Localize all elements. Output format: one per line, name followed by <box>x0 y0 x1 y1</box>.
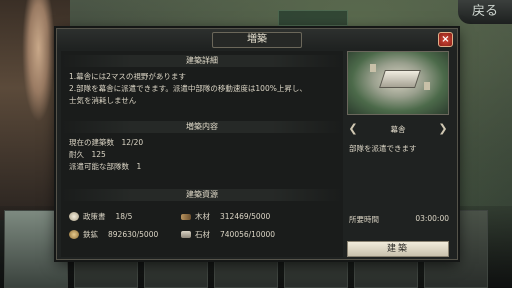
resource-name: 政策書 <box>83 212 106 221</box>
chevron-right-icon[interactable]: ❯ <box>437 122 449 136</box>
dialog-title: 増築 <box>212 32 302 48</box>
section-title-details: 建築詳細 <box>61 55 343 67</box>
detail-line: 1.幕舎には2マスの視野があります <box>69 72 186 81</box>
build-time-label: 所要時間 <box>349 215 379 224</box>
build-time-row: 所要時間 03:00:00 <box>349 214 449 225</box>
resource-name: 鉄鉱 <box>83 230 98 239</box>
content-line-durability: 耐久 125 <box>69 150 106 159</box>
resource-policy-book: 政策書 18/5 <box>69 211 132 222</box>
resource-name: 石材 <box>195 230 210 239</box>
build-button[interactable]: 建築 <box>347 241 449 257</box>
building-preview-image <box>347 51 449 115</box>
scroll-icon <box>69 212 79 221</box>
tent-icon <box>424 82 430 90</box>
stone-icon <box>181 231 191 238</box>
map-banner <box>278 10 348 26</box>
resource-lumber: 木材 312469/5000 <box>181 211 270 222</box>
resource-amount: 892630/5000 <box>108 230 159 239</box>
resource-name: 木材 <box>195 212 210 221</box>
resource-amount: 740056/10000 <box>220 230 276 239</box>
details-pane: 建築詳細 1.幕舎には2マスの視野があります 2.部隊を幕舎に派遣できます。派遣… <box>61 51 343 257</box>
section-title-content: 増築内容 <box>61 121 343 133</box>
building-name: 幕舎 <box>390 124 406 134</box>
resource-iron-ore: 鉄鉱 892630/5000 <box>69 229 158 240</box>
ore-icon <box>69 230 79 239</box>
build-dialog: 増築 × 建築詳細 1.幕舎には2マスの視野があります 2.部隊を幕舎に派遣でき… <box>56 28 458 260</box>
detail-line: 士気を消耗しません <box>69 96 137 105</box>
lumber-icon <box>181 213 191 220</box>
tent-icon <box>370 64 376 72</box>
detail-line: 2.部隊を幕舎に派遣できます。派遣中部隊の移動速度は100%上昇し、 <box>69 84 307 93</box>
back-button[interactable]: 戻る <box>458 0 512 24</box>
chevron-left-icon[interactable]: ❮ <box>347 122 359 136</box>
content-line-build-count: 現在の建築数 12/20 <box>69 138 144 147</box>
building-selector: ❮ 幕舎 ❯ <box>347 121 449 137</box>
close-button[interactable]: × <box>438 32 453 47</box>
resource-amount: 312469/5000 <box>220 212 271 221</box>
build-time-value: 03:00:00 <box>415 214 449 223</box>
resource-stone: 石材 740056/10000 <box>181 229 275 240</box>
building-pane: ❮ 幕舎 ❯ 部隊を派遣できます 所要時間 03:00:00 建築 <box>347 51 455 257</box>
building-description: 部隊を派遣できます <box>349 144 417 153</box>
resource-amount: 18/5 <box>115 212 133 221</box>
section-title-resources: 建築資源 <box>61 189 343 201</box>
camp-roof <box>379 70 421 88</box>
content-line-dispatch: 派遣可能な部隊数 1 <box>69 162 142 171</box>
